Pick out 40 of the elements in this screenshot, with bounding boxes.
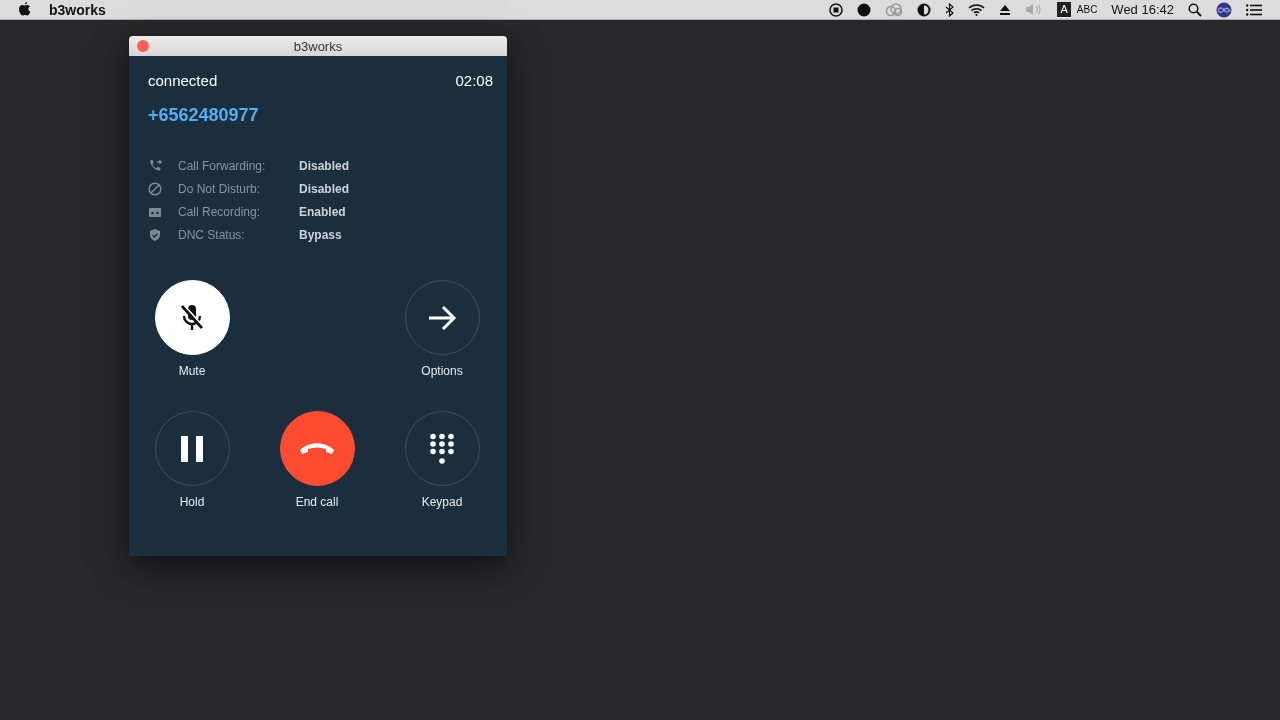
button-label: Options <box>421 364 463 378</box>
eject-icon[interactable] <box>999 3 1012 16</box>
pause-icon <box>180 435 204 462</box>
setting-label: Call Recording: <box>178 205 262 219</box>
phone-number: +6562480977 <box>148 105 260 126</box>
muted-microphone-icon <box>178 302 206 333</box>
window-title: b3works <box>293 38 343 54</box>
search-icon[interactable] <box>1188 2 1202 17</box>
setting-value: Disabled <box>299 182 349 196</box>
shield-icon <box>148 228 162 242</box>
setting-label: Do Not Disturb: <box>178 182 262 196</box>
dot-icon[interactable] <box>857 2 872 17</box>
button-label: End call <box>295 495 339 509</box>
list-icon[interactable] <box>1246 3 1262 16</box>
setting-value: Disabled <box>299 159 349 173</box>
hang-up-icon <box>298 440 336 457</box>
siri-icon[interactable] <box>1216 1 1232 18</box>
prohibited-icon <box>148 182 162 196</box>
call-duration: 02:08 <box>455 72 493 89</box>
button-label: Keypad <box>421 495 463 509</box>
call-status: connected <box>148 72 218 89</box>
button-label: Hold <box>179 495 205 509</box>
button-label: Mute <box>178 364 206 378</box>
menubar-clock[interactable]: Wed 16:42 <box>1111 2 1174 17</box>
setting-value: Enabled <box>299 205 346 219</box>
setting-label: Call Forwarding: <box>178 159 267 173</box>
wifi-icon[interactable] <box>968 3 986 16</box>
record-stop-icon[interactable] <box>829 2 844 17</box>
app-menu-title[interactable]: b3works <box>49 1 106 18</box>
bluetooth-icon[interactable] <box>945 2 955 17</box>
phone-forward-icon <box>148 159 162 173</box>
input-source-label[interactable]: ABC <box>1076 4 1098 15</box>
keypad-icon <box>429 432 455 465</box>
setting-label: DNC Status: <box>178 228 246 242</box>
half-circle-icon[interactable] <box>917 2 932 17</box>
cassette-icon <box>148 205 162 219</box>
apple-logo-icon[interactable] <box>18 2 31 17</box>
input-source-badge[interactable]: A <box>1057 2 1071 17</box>
arrow-right-icon <box>427 304 457 331</box>
setting-value: Bypass <box>299 228 342 242</box>
